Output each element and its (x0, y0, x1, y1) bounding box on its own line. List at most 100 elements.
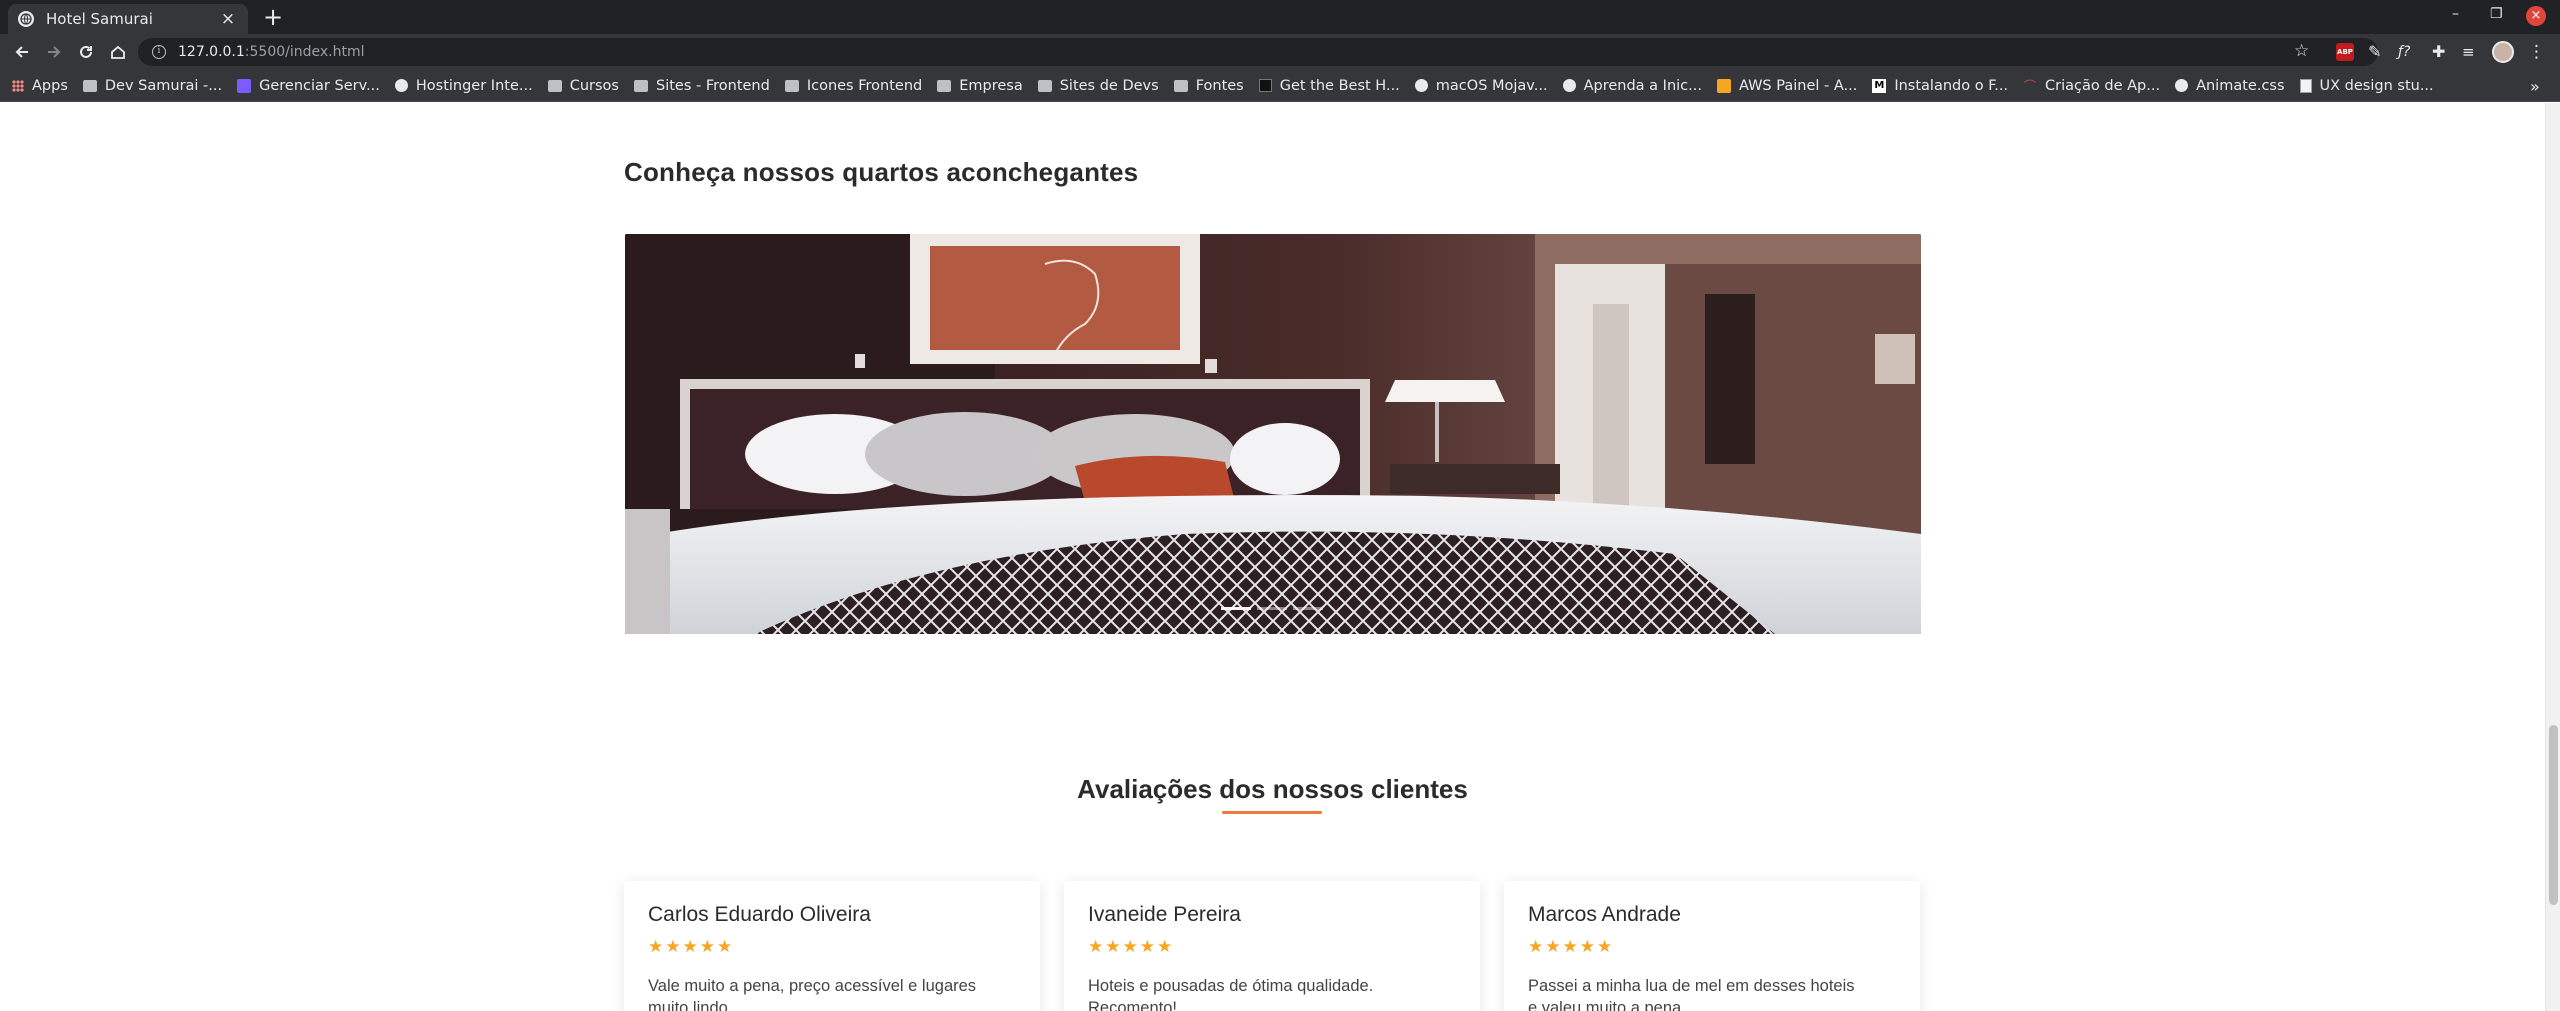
reviews-section-title: Avaliações dos nossos clientes (1077, 774, 1468, 804)
carousel-indicator[interactable] (1221, 607, 1251, 610)
globe-icon (18, 11, 34, 27)
bookmark-label: Animate.css (2196, 77, 2285, 94)
page-viewport: Conheça nossos quartos aconchegantes Ava… (0, 103, 2560, 1011)
bookmark-label: Cursos (569, 77, 619, 94)
globe-icon (394, 79, 408, 92)
review-text: Passei a minha lua de mel em desses hote… (1528, 977, 1855, 1011)
title-underline (1222, 811, 1322, 814)
bookmark-label: Sites - Frontend (655, 77, 770, 94)
reviewer-name: Carlos Eduardo Oliveira (648, 903, 871, 926)
bookmark-item[interactable]: Cursos (547, 77, 619, 94)
bookmark-item[interactable]: Animate.css (2175, 77, 2285, 94)
site-icon (1258, 79, 1272, 92)
back-arrow-icon[interactable] (10, 40, 34, 64)
medium-icon: M (1872, 78, 1887, 93)
bookmark-item[interactable]: Aprenda a Inic... (1562, 77, 1702, 94)
browser-tab-strip: Hotel Samurai × + – ❐ × (0, 0, 2560, 34)
folder-icon (1173, 79, 1188, 92)
carousel-indicator[interactable] (1293, 607, 1323, 610)
url-host: 127.0.0.1 (178, 44, 245, 60)
star-rating-icon: ★★★★★ (1528, 937, 1615, 957)
bookmark-item[interactable]: Dev Samurai -... (82, 77, 223, 94)
more-bookmarks-icon[interactable]: » (2530, 77, 2540, 96)
bookmark-label: macOS Mojav... (1435, 77, 1548, 94)
new-tab-icon[interactable]: + (258, 4, 288, 30)
rooms-carousel[interactable] (625, 234, 1921, 634)
bookmark-item[interactable]: ⌒ Criação de Ap... (2023, 78, 2160, 94)
bookmark-item[interactable]: macOS Mojav... (1414, 77, 1548, 94)
globe-icon (1562, 79, 1576, 92)
minimize-icon[interactable]: – (2452, 6, 2459, 22)
bookmark-item[interactable]: Icones Frontend (784, 78, 922, 94)
review-card: Ivaneide Pereira ★★★★★ Hoteis e pousadas… (1064, 881, 1480, 1011)
browser-toolbar: i 127.0.0.1:5500/index.html ☆ ABP ✎ ƒ? ✚… (0, 34, 2560, 70)
bookmark-item[interactable]: AWS Painel - A... (1716, 77, 1858, 94)
scrollbar-thumb[interactable] (2549, 725, 2558, 905)
bookmark-item[interactable]: Apps (12, 78, 68, 94)
bookmark-star-icon[interactable]: ☆ (2294, 41, 2309, 61)
site-info-icon[interactable]: i (152, 45, 166, 59)
bookmark-label: Gerenciar Serv... (259, 77, 380, 94)
bookmark-label: Apps (32, 77, 68, 94)
bookmark-label: Get the Best H... (1279, 77, 1400, 94)
folder-icon (547, 79, 562, 92)
browser-menu-icon[interactable]: ⋮ (2528, 43, 2546, 61)
function-extension-icon[interactable]: ƒ? (2398, 43, 2416, 61)
review-card: Carlos Eduardo Oliveira ★★★★★ Vale muito… (624, 881, 1040, 1011)
bookmark-item[interactable]: M Instalando o F... (1872, 78, 2008, 94)
bookmark-item[interactable]: UX design stu... (2299, 77, 2434, 94)
site-icon (237, 78, 252, 93)
carousel-indicators (1221, 607, 1323, 610)
star-rating-icon: ★★★★★ (648, 937, 735, 957)
rooms-section-title: Conheça nossos quartos aconchegantes (624, 157, 1139, 187)
reviewer-name: Ivaneide Pereira (1088, 903, 1241, 926)
extensions-puzzle-icon[interactable]: ✚ (2432, 43, 2450, 61)
globe-icon (2175, 79, 2189, 92)
bookmark-label: Fontes (1195, 77, 1244, 94)
bookmark-item[interactable]: Get the Best H... (1258, 77, 1400, 94)
restore-icon[interactable]: ❐ (2490, 6, 2503, 22)
bookmark-label: Criação de Ap... (2045, 77, 2161, 94)
bookmark-label: Hostinger Inte... (415, 77, 533, 94)
review-card: Marcos Andrade ★★★★★ Passei a minha lua … (1504, 881, 1920, 1011)
carousel-indicator[interactable] (1257, 607, 1287, 610)
bookmark-item[interactable]: Sites - Frontend (633, 77, 770, 94)
bookmark-item[interactable]: Empresa (937, 78, 1023, 94)
aws-icon (1716, 78, 1731, 93)
bookmark-item[interactable]: Sites de Devs (1037, 77, 1159, 94)
reload-icon[interactable] (74, 40, 98, 64)
folder-icon (937, 79, 952, 92)
bookmark-item[interactable]: Fontes (1173, 77, 1244, 94)
folder-icon (82, 79, 97, 92)
media-queue-icon[interactable]: ≡ (2462, 43, 2480, 61)
tab-title: Hotel Samurai (46, 10, 153, 28)
bookmark-item[interactable]: Gerenciar Serv... (237, 78, 380, 94)
page-scrollbar[interactable] (2545, 103, 2560, 1011)
reviewer-name: Marcos Andrade (1528, 903, 1681, 926)
globe-icon (1414, 79, 1428, 92)
address-bar[interactable]: i 127.0.0.1:5500/index.html (138, 38, 2378, 66)
doc-icon (2299, 78, 2312, 93)
folder-icon (784, 79, 799, 92)
bookmark-label: Dev Samurai -... (104, 77, 223, 94)
bookmark-item[interactable]: Hostinger Inte... (394, 77, 533, 94)
forward-arrow-icon[interactable] (42, 40, 66, 64)
adblock-plus-icon[interactable]: ABP (2336, 43, 2354, 61)
bookmark-label: Sites de Devs (1059, 77, 1159, 94)
bookmarks-bar: Apps Dev Samurai -... Gerenciar Serv... Hos… (0, 70, 2560, 102)
window-close-icon[interactable]: × (2526, 6, 2546, 26)
hotel-bedroom-image (625, 234, 1921, 634)
profile-avatar-icon[interactable] (2492, 41, 2514, 63)
folder-icon (1037, 79, 1052, 92)
bookmark-label: Empresa (959, 77, 1023, 94)
review-text: Hoteis e pousadas de ótima qualidade. Re… (1088, 977, 1374, 1011)
star-rating-icon: ★★★★★ (1088, 937, 1175, 957)
url-path: :5500/index.html (244, 44, 365, 60)
close-tab-icon[interactable]: × (218, 9, 238, 29)
home-icon[interactable] (106, 40, 130, 64)
bookmark-label: Aprenda a Inic... (1583, 77, 1702, 94)
browser-tab[interactable]: Hotel Samurai × (8, 4, 248, 34)
bookmark-label: UX design stu... (2319, 77, 2434, 94)
bookmark-label: AWS Painel - A... (1738, 77, 1858, 94)
pen-extension-icon[interactable]: ✎ (2368, 43, 2386, 61)
